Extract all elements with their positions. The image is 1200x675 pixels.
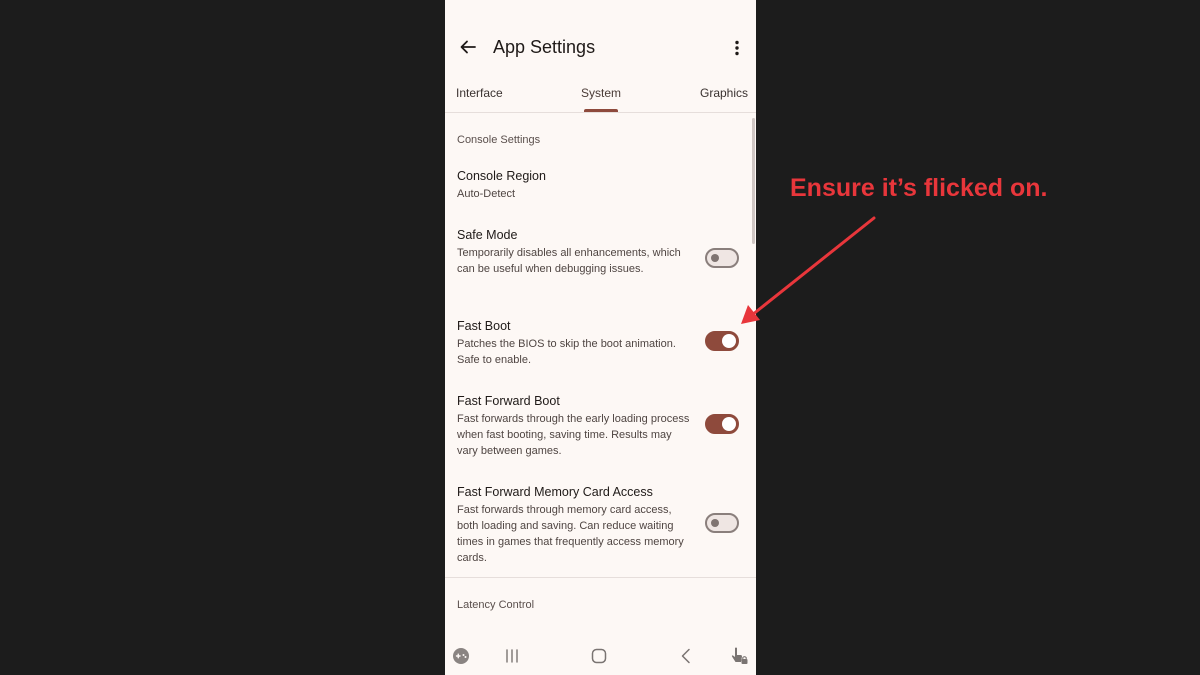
- recents-button[interactable]: [501, 645, 523, 667]
- tab-system[interactable]: System: [581, 86, 621, 100]
- tab-graphics[interactable]: Graphics: [700, 86, 748, 100]
- toggle-knob: [711, 254, 719, 262]
- pref-title: Fast Forward Memory Card Access: [457, 485, 653, 499]
- toggle-knob: [722, 417, 736, 431]
- recents-icon: [506, 649, 518, 663]
- section-header-latency-control: Latency Control: [457, 599, 535, 611]
- touch-lock-icon: [731, 647, 748, 664]
- pref-title: Console Region: [457, 169, 546, 183]
- safe-mode-toggle[interactable]: [705, 248, 739, 268]
- toggle-knob: [711, 519, 719, 527]
- pref-fast-forward-boot[interactable]: Fast Forward Boot Fast forwards through …: [445, 394, 756, 458]
- home-button[interactable]: [588, 645, 610, 667]
- phone-screen: App Settings Interface System Graphics C…: [445, 0, 756, 675]
- fast-forward-memory-card-toggle[interactable]: [705, 513, 739, 533]
- pref-summary: Fast forwards through the early loading …: [457, 413, 690, 457]
- toggle-knob: [722, 334, 736, 348]
- section-header-console-settings: Console Settings: [457, 134, 541, 146]
- more-options-button[interactable]: [727, 36, 747, 60]
- tab-interface[interactable]: Interface: [456, 86, 503, 100]
- system-navigation-bar: [445, 636, 756, 675]
- pref-safe-mode[interactable]: Safe Mode Temporarily disables all enhan…: [445, 228, 756, 292]
- pref-fast-forward-memory-card-access[interactable]: Fast Forward Memory Card Access Fast for…: [445, 485, 756, 565]
- more-vertical-icon: [735, 40, 739, 56]
- page-title: App Settings: [493, 37, 596, 57]
- pref-title: Fast Boot: [457, 319, 511, 333]
- fast-boot-toggle[interactable]: [705, 331, 739, 351]
- pref-summary: Temporarily disables all enhancements, w…: [457, 247, 681, 275]
- gamepad-icon: [453, 648, 469, 664]
- pref-title: Fast Forward Boot: [457, 394, 560, 408]
- back-button[interactable]: [455, 34, 481, 60]
- screen: App Settings Interface System Graphics C…: [0, 0, 1200, 675]
- fast-forward-boot-toggle[interactable]: [705, 414, 739, 434]
- annotation-text: Ensure it’s flicked on.: [790, 174, 1048, 202]
- active-tab-indicator: [584, 109, 618, 112]
- pref-title: Safe Mode: [457, 228, 518, 242]
- pref-console-region[interactable]: Console Region Auto-Detect: [445, 169, 756, 209]
- tab-bar: Interface System Graphics: [445, 78, 756, 113]
- nav-back-button[interactable]: [675, 645, 697, 667]
- section-divider: [445, 577, 756, 578]
- back-icon: [681, 648, 690, 664]
- pref-summary: Patches the BIOS to skip the boot animat…: [457, 338, 676, 366]
- pref-summary: Fast forwards through memory card access…: [457, 504, 684, 564]
- touch-lock-button[interactable]: [728, 645, 750, 667]
- pref-summary: Auto-Detect: [457, 188, 516, 200]
- arrow-left-icon: [460, 40, 476, 54]
- home-icon: [591, 648, 607, 664]
- gamepad-button[interactable]: [450, 645, 472, 667]
- pref-fast-boot[interactable]: Fast Boot Patches the BIOS to skip the b…: [445, 319, 756, 367]
